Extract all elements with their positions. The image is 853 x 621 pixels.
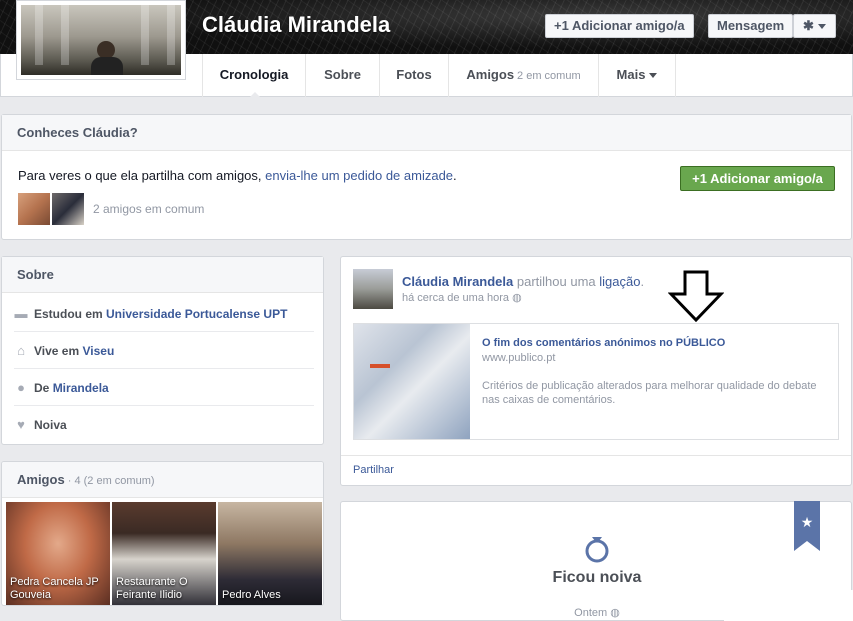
post-action-end: . bbox=[640, 274, 645, 289]
tab-timeline[interactable]: Cronologia bbox=[202, 54, 305, 98]
down-arrow-annotation bbox=[668, 270, 724, 322]
mutual-friend-avatar[interactable] bbox=[18, 193, 50, 225]
link-url: www.publico.pt bbox=[482, 352, 556, 364]
post-action: partilhou uma bbox=[516, 274, 596, 289]
friend-tile[interactable]: Pedro Alves bbox=[218, 502, 322, 605]
lives-prefix: Vive em bbox=[34, 344, 80, 358]
mutual-friend-avatar[interactable] bbox=[52, 193, 84, 225]
home-icon: ⌂ bbox=[17, 343, 25, 358]
about-study: ▬ Estudou em Universidade Portucalense UP… bbox=[14, 295, 314, 332]
ring-icon bbox=[585, 537, 609, 563]
tab-about[interactable]: Sobre bbox=[305, 54, 379, 97]
school-icon: ▬ bbox=[14, 306, 28, 321]
timeline-post: Cláudia Mirandela partilhou uma ligação.… bbox=[340, 256, 852, 486]
post-time-text: há cerca de uma hora bbox=[402, 292, 510, 304]
post-header: Cláudia Mirandela partilhou uma ligação. bbox=[402, 274, 644, 289]
blank-area bbox=[724, 590, 853, 621]
tab-photos[interactable]: Fotos bbox=[379, 54, 448, 97]
location-pin-icon: ● bbox=[17, 380, 25, 395]
link-description: Critérios de publicação alterados para m… bbox=[482, 380, 817, 406]
globe-icon: ◍ bbox=[512, 292, 522, 304]
friend-name: Pedro Alves bbox=[222, 589, 281, 601]
know-text-after: . bbox=[453, 168, 457, 183]
study-prefix: Estudou em bbox=[34, 307, 103, 321]
add-friend-button[interactable]: +1 Adicionar amigo/a bbox=[545, 14, 694, 38]
friends-count: · 4 (2 em comum) bbox=[64, 475, 155, 487]
know-title: Conheces Cláudia? bbox=[2, 115, 851, 151]
about-lives: ⌂ Vive em Viseu bbox=[14, 332, 314, 369]
tab-friends-label: Amigos bbox=[466, 67, 515, 82]
message-button[interactable]: Mensagem bbox=[708, 14, 794, 38]
life-event-title: Ficou noiva bbox=[552, 569, 642, 586]
tab-more[interactable]: Mais bbox=[598, 54, 676, 97]
profile-name[interactable]: Cláudia Mirandela bbox=[202, 12, 390, 38]
about-card: Sobre ▬ Estudou em Universidade Portucale… bbox=[1, 256, 324, 445]
profile-picture[interactable] bbox=[16, 0, 186, 80]
link-thumbnail[interactable] bbox=[354, 324, 470, 439]
friends-header[interactable]: Amigos · 4 (2 em comum) bbox=[2, 462, 323, 498]
post-author-avatar[interactable] bbox=[353, 269, 393, 309]
friend-name: Restaurante O Feirante Ilidio bbox=[116, 576, 188, 601]
options-button[interactable]: ✱ bbox=[793, 14, 836, 38]
tab-more-label: Mais bbox=[616, 67, 646, 82]
tab-friends-mutual: 2 em comum bbox=[517, 70, 581, 82]
friend-tile[interactable]: Restaurante O Feirante Ilidio bbox=[112, 502, 216, 605]
post-author-link[interactable]: Cláudia Mirandela bbox=[402, 274, 513, 289]
share-link[interactable]: Partilhar bbox=[353, 464, 394, 476]
friend-name: Pedra Cancela JP Gouveia bbox=[10, 576, 99, 601]
about-title[interactable]: Sobre bbox=[2, 257, 323, 293]
about-relationship: ♥ Noiva bbox=[14, 406, 314, 443]
lives-link[interactable]: Viseu bbox=[83, 344, 115, 358]
add-friend-green-button[interactable]: +1 Adicionar amigo/a bbox=[680, 166, 835, 191]
know-text: Para veres o que ela partilha com amigos… bbox=[18, 168, 457, 183]
link-title[interactable]: O fim dos comentários anónimos no PÚBLIC… bbox=[482, 337, 725, 349]
star-ribbon-icon: ★ bbox=[794, 501, 820, 551]
post-link-word[interactable]: ligação bbox=[599, 274, 640, 289]
chevron-down-icon bbox=[649, 73, 658, 82]
tab-friends[interactable]: Amigos 2 em comum bbox=[448, 54, 598, 97]
life-event-time-text: Ontem bbox=[574, 607, 608, 619]
mutual-friends-count[interactable]: 2 amigos em comum bbox=[93, 202, 204, 216]
svg-text:★: ★ bbox=[801, 515, 814, 531]
friends-card: Amigos · 4 (2 em comum) Pedra Cancela JP… bbox=[1, 461, 324, 606]
globe-icon: ◍ bbox=[610, 607, 620, 619]
chevron-down-icon bbox=[817, 24, 826, 33]
friends-title: Amigos bbox=[17, 472, 65, 487]
about-from: ● De Mirandela bbox=[14, 369, 314, 406]
from-prefix: De bbox=[34, 381, 50, 395]
know-text-before: Para veres o que ela partilha com amigos… bbox=[18, 168, 262, 183]
heart-icon: ♥ bbox=[17, 417, 25, 432]
friend-tile[interactable]: Pedra Cancela JP Gouveia bbox=[6, 502, 110, 605]
friend-request-link[interactable]: envia-lhe um pedido de amizade bbox=[265, 168, 453, 183]
from-link[interactable]: Mirandela bbox=[53, 381, 109, 395]
post-footer bbox=[341, 455, 851, 485]
know-card: Conheces Cláudia? Para veres o que ela p… bbox=[1, 114, 852, 240]
link-preview[interactable]: O fim dos comentários anónimos no PÚBLIC… bbox=[353, 323, 839, 440]
study-link[interactable]: Universidade Portucalense UPT bbox=[106, 307, 287, 321]
relationship-status: Noiva bbox=[34, 418, 67, 432]
gear-icon: ✱ bbox=[803, 18, 814, 33]
post-timestamp[interactable]: há cerca de uma hora ◍ bbox=[402, 291, 522, 304]
